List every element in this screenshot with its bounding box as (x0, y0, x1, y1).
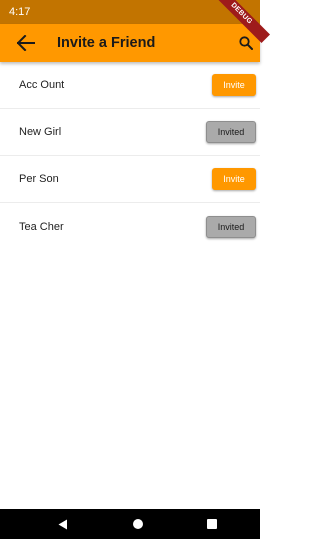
invited-button[interactable]: Invited (206, 121, 256, 143)
invited-button[interactable]: Invited (206, 215, 256, 238)
system-nav-bar (0, 509, 260, 539)
invite-button[interactable]: Invite (212, 74, 256, 96)
invite-button[interactable]: Invite (212, 168, 256, 190)
app-bar: Invite a Friend (0, 24, 260, 62)
square-recents-icon[interactable] (207, 519, 217, 529)
friend-name: Tea Cher (19, 220, 64, 233)
circle-home-icon[interactable] (133, 519, 143, 529)
triangle-back-icon[interactable] (58, 519, 68, 530)
status-bar: 4:17 (0, 0, 260, 24)
friend-row: Tea Cher Invited (0, 203, 260, 250)
friend-name: New Girl (19, 126, 62, 138)
arrow-left-icon (16, 34, 35, 52)
search-icon (239, 36, 253, 50)
friend-list: Acc Ount Invite New Girl Invited Per Son… (0, 62, 260, 250)
friend-name: Acc Ount (19, 79, 65, 91)
friend-row: Acc Ount Invite (0, 62, 260, 109)
page-title: Invite a Friend (57, 35, 156, 51)
friend-row: Per Son Invite (0, 156, 260, 203)
search-button[interactable] (239, 36, 253, 50)
back-button[interactable] (16, 34, 35, 52)
status-time: 4:17 (9, 6, 31, 18)
friend-name: Per Son (19, 173, 59, 185)
friend-row: New Girl Invited (0, 109, 260, 156)
